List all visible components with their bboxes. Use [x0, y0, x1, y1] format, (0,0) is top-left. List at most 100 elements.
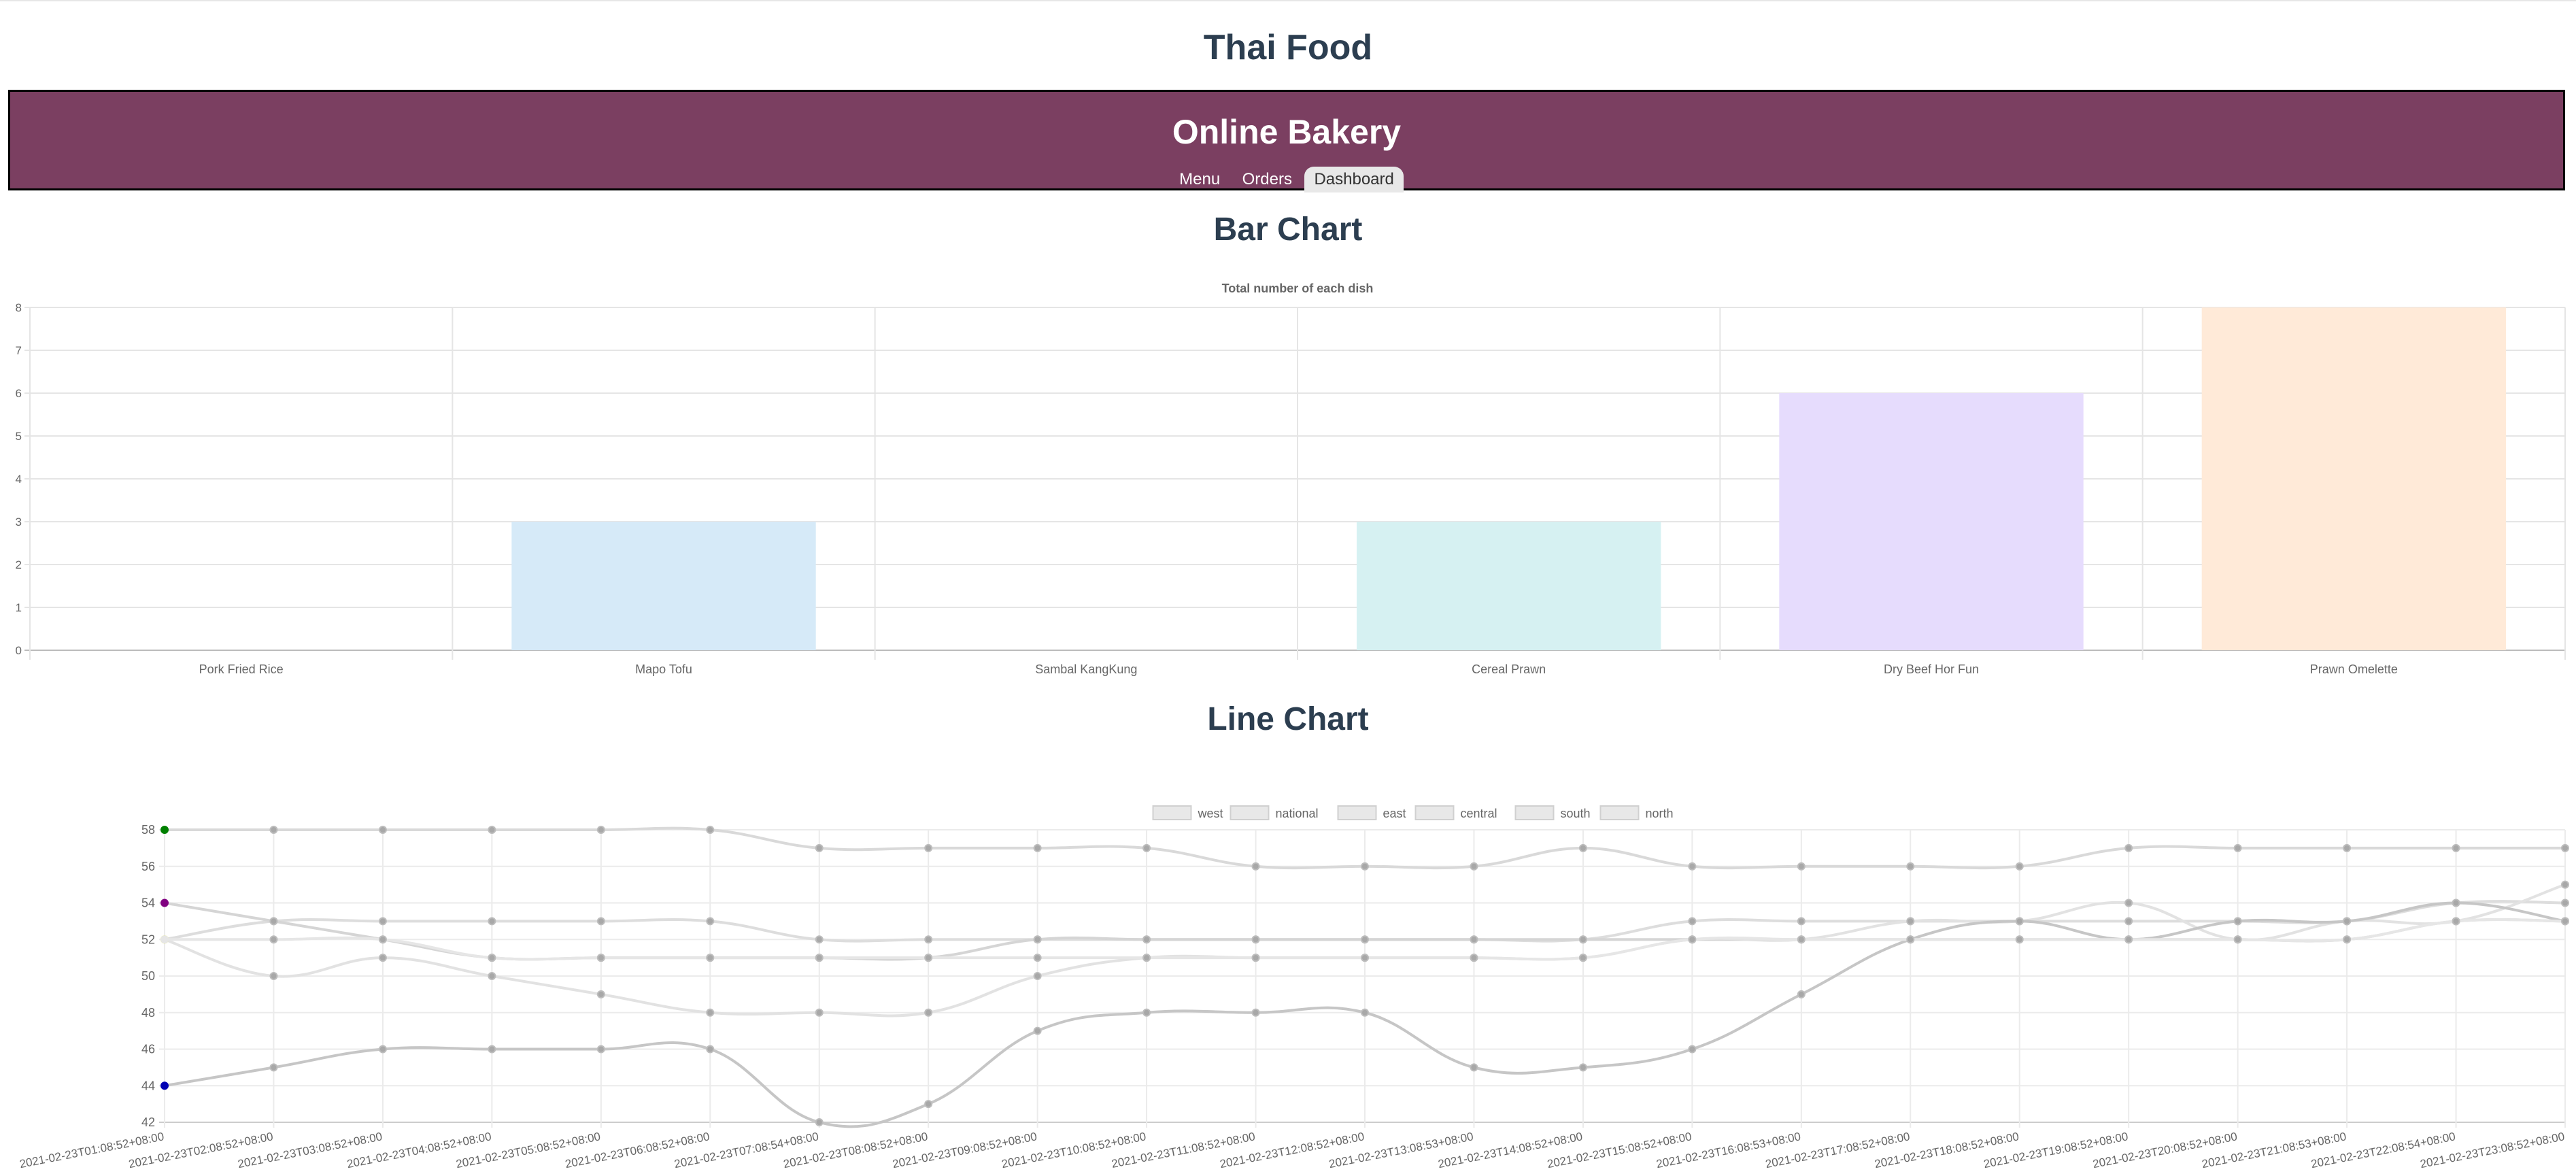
y-tick-label: 54 [141, 896, 155, 910]
series-point-central [596, 990, 605, 998]
series-point-north [269, 935, 278, 944]
legend-label: south [1561, 807, 1591, 820]
series-point-north [924, 954, 933, 962]
series-point-south [1251, 1008, 1260, 1017]
legend-swatch [1514, 805, 1555, 820]
series-point-national [924, 935, 933, 944]
series-point-south [1033, 1026, 1042, 1035]
series-point-central [1906, 917, 1915, 926]
legend-swatch [1230, 805, 1270, 820]
series-point-national [815, 935, 824, 944]
series-point-west [1906, 862, 1915, 871]
series-point-north [1470, 954, 1478, 962]
series-point-national [596, 917, 605, 926]
series-point-central [1033, 972, 1042, 980]
x-tick-label: Dry Beef Hor Fun [1884, 662, 1979, 676]
series-point-north [596, 954, 605, 962]
legend-label: east [1383, 807, 1406, 820]
page-title: Thai Food [1203, 28, 1373, 67]
series-point-west [1142, 843, 1151, 852]
y-tick-label: 48 [141, 1006, 155, 1020]
series-point-national [378, 917, 387, 926]
series-point-central [2561, 880, 2569, 889]
y-tick-label: 4 [16, 473, 22, 486]
series-point-east [160, 898, 169, 907]
series-point-north [1033, 954, 1042, 962]
line-chart: west national east central south north 42 44 46 4… [18, 805, 2569, 1171]
series-point-national [1797, 917, 1806, 926]
series-point-national [2561, 898, 2569, 907]
x-tick-label: Prawn Omelette [2310, 662, 2398, 676]
series-point-west [2233, 843, 2242, 852]
x-tick-label: Pork Fried Rice [199, 662, 284, 676]
series-point-south [1361, 1008, 1369, 1017]
bar-chart-heading: Bar Chart [1213, 212, 1363, 248]
series-point-south [1797, 990, 1806, 998]
series-point-east [269, 917, 278, 926]
series-point-central [269, 972, 278, 980]
series-point-central [706, 1008, 715, 1017]
legend-label: north [1646, 807, 1674, 820]
series-point-south [378, 1045, 387, 1054]
y-tick-label: 58 [141, 823, 155, 837]
series-point-south [1142, 1008, 1151, 1017]
series-point-north [160, 935, 169, 944]
series-point-east [1251, 935, 1260, 944]
x-tick-label: Mapo Tofu [635, 662, 692, 676]
series-point-north [378, 935, 387, 944]
series-point-south [815, 1118, 824, 1126]
series-point-north [706, 954, 715, 962]
bar [2201, 307, 2507, 650]
nav-link-orders[interactable]: Orders [1233, 167, 1302, 192]
y-tick-label: 50 [141, 969, 155, 983]
y-tick-label: 5 [16, 430, 22, 443]
series-point-national [706, 917, 715, 926]
series-point-west [2343, 843, 2352, 852]
series-point-west [378, 826, 387, 834]
bar [511, 522, 816, 650]
y-tick-label: 8 [16, 301, 22, 314]
series-point-west [1361, 862, 1369, 871]
series-point-west [706, 826, 715, 834]
series-point-west [1578, 843, 1587, 852]
top-divider [0, 0, 2576, 1]
nav-link-menu[interactable]: Menu [1170, 167, 1230, 192]
series-point-north [1251, 954, 1260, 962]
series-point-south [160, 1081, 169, 1090]
y-tick-label: 2 [16, 558, 22, 571]
series-point-west [2561, 843, 2569, 852]
y-tick-label: 6 [16, 387, 22, 400]
series-point-north [488, 954, 496, 962]
nav-link-dashboard[interactable]: Dashboard [1304, 167, 1404, 192]
series-point-west [488, 826, 496, 834]
series-point-north [1361, 954, 1369, 962]
series-point-north [1797, 935, 1806, 944]
legend-label: west [1198, 807, 1223, 820]
series-point-west [2124, 843, 2133, 852]
series-point-south [1688, 1045, 1697, 1054]
series-point-north [2343, 935, 2352, 944]
legend-label: central [1461, 807, 1497, 820]
y-tick-label: 52 [141, 933, 155, 946]
series-point-west [1688, 862, 1697, 871]
legend-label: national [1276, 807, 1319, 820]
series-point-west [2015, 862, 2024, 871]
series-point-national [488, 917, 496, 926]
series-point-south [924, 1100, 933, 1109]
legend-swatch [1414, 805, 1455, 820]
series-point-north [1578, 954, 1587, 962]
series-point-central [378, 954, 387, 962]
series-point-west [1251, 862, 1260, 871]
series-point-east [1470, 935, 1478, 944]
series-point-west [1470, 862, 1478, 871]
series-point-east [1578, 935, 1587, 944]
series-point-south [706, 1045, 715, 1054]
site-header: Online Bakery Menu Orders Dashboard [8, 90, 2565, 192]
series-point-west [1033, 843, 1042, 852]
series-point-central [815, 1008, 824, 1017]
line-chart-heading: Line Chart [1207, 701, 1369, 737]
brand-title: Online Bakery [1172, 113, 1402, 151]
series-point-north [2233, 935, 2242, 944]
series-point-south [2015, 917, 2024, 926]
series-point-south [2452, 898, 2460, 907]
